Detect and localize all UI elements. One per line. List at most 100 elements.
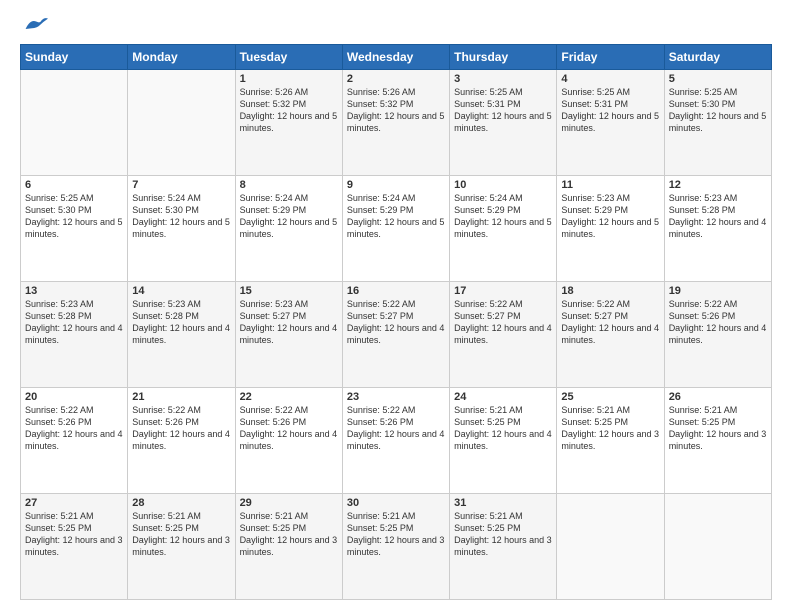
calendar-cell [664, 494, 771, 600]
calendar-week-row: 13Sunrise: 5:23 AM Sunset: 5:28 PM Dayli… [21, 282, 772, 388]
day-info: Sunrise: 5:22 AM Sunset: 5:27 PM Dayligh… [454, 298, 552, 347]
calendar-day-header: Wednesday [342, 45, 449, 70]
calendar-day-header: Thursday [450, 45, 557, 70]
day-info: Sunrise: 5:21 AM Sunset: 5:25 PM Dayligh… [454, 404, 552, 453]
day-info: Sunrise: 5:21 AM Sunset: 5:25 PM Dayligh… [132, 510, 230, 559]
calendar-day-header: Tuesday [235, 45, 342, 70]
day-info: Sunrise: 5:22 AM Sunset: 5:26 PM Dayligh… [347, 404, 445, 453]
calendar-cell: 30Sunrise: 5:21 AM Sunset: 5:25 PM Dayli… [342, 494, 449, 600]
day-number: 30 [347, 497, 445, 509]
calendar-table: SundayMondayTuesdayWednesdayThursdayFrid… [20, 44, 772, 600]
calendar-cell: 4Sunrise: 5:25 AM Sunset: 5:31 PM Daylig… [557, 70, 664, 176]
day-number: 26 [669, 391, 767, 403]
header [20, 16, 772, 34]
day-number: 1 [240, 73, 338, 85]
calendar-cell: 10Sunrise: 5:24 AM Sunset: 5:29 PM Dayli… [450, 176, 557, 282]
calendar-week-row: 20Sunrise: 5:22 AM Sunset: 5:26 PM Dayli… [21, 388, 772, 494]
day-number: 7 [132, 179, 230, 191]
day-number: 3 [454, 73, 552, 85]
day-info: Sunrise: 5:23 AM Sunset: 5:28 PM Dayligh… [132, 298, 230, 347]
day-number: 4 [561, 73, 659, 85]
day-info: Sunrise: 5:21 AM Sunset: 5:25 PM Dayligh… [669, 404, 767, 453]
page: SundayMondayTuesdayWednesdayThursdayFrid… [0, 0, 792, 612]
calendar-cell: 23Sunrise: 5:22 AM Sunset: 5:26 PM Dayli… [342, 388, 449, 494]
calendar-week-row: 6Sunrise: 5:25 AM Sunset: 5:30 PM Daylig… [21, 176, 772, 282]
day-number: 13 [25, 285, 123, 297]
day-number: 27 [25, 497, 123, 509]
day-number: 15 [240, 285, 338, 297]
day-info: Sunrise: 5:25 AM Sunset: 5:30 PM Dayligh… [669, 86, 767, 135]
calendar-cell: 2Sunrise: 5:26 AM Sunset: 5:32 PM Daylig… [342, 70, 449, 176]
calendar-cell: 29Sunrise: 5:21 AM Sunset: 5:25 PM Dayli… [235, 494, 342, 600]
logo-text [20, 16, 50, 34]
day-number: 12 [669, 179, 767, 191]
day-info: Sunrise: 5:21 AM Sunset: 5:25 PM Dayligh… [561, 404, 659, 453]
day-info: Sunrise: 5:21 AM Sunset: 5:25 PM Dayligh… [240, 510, 338, 559]
day-number: 28 [132, 497, 230, 509]
day-info: Sunrise: 5:23 AM Sunset: 5:28 PM Dayligh… [669, 192, 767, 241]
day-info: Sunrise: 5:22 AM Sunset: 5:26 PM Dayligh… [132, 404, 230, 453]
calendar-day-header: Friday [557, 45, 664, 70]
day-info: Sunrise: 5:25 AM Sunset: 5:31 PM Dayligh… [454, 86, 552, 135]
calendar-day-header: Sunday [21, 45, 128, 70]
day-number: 5 [669, 73, 767, 85]
calendar-cell: 6Sunrise: 5:25 AM Sunset: 5:30 PM Daylig… [21, 176, 128, 282]
day-number: 18 [561, 285, 659, 297]
day-info: Sunrise: 5:24 AM Sunset: 5:30 PM Dayligh… [132, 192, 230, 241]
day-number: 20 [25, 391, 123, 403]
day-info: Sunrise: 5:22 AM Sunset: 5:26 PM Dayligh… [240, 404, 338, 453]
calendar-header-row: SundayMondayTuesdayWednesdayThursdayFrid… [21, 45, 772, 70]
calendar-cell: 22Sunrise: 5:22 AM Sunset: 5:26 PM Dayli… [235, 388, 342, 494]
day-info: Sunrise: 5:25 AM Sunset: 5:31 PM Dayligh… [561, 86, 659, 135]
day-number: 19 [669, 285, 767, 297]
day-number: 23 [347, 391, 445, 403]
day-number: 29 [240, 497, 338, 509]
calendar-cell [21, 70, 128, 176]
day-number: 10 [454, 179, 552, 191]
calendar-cell: 15Sunrise: 5:23 AM Sunset: 5:27 PM Dayli… [235, 282, 342, 388]
calendar-cell: 8Sunrise: 5:24 AM Sunset: 5:29 PM Daylig… [235, 176, 342, 282]
day-info: Sunrise: 5:24 AM Sunset: 5:29 PM Dayligh… [240, 192, 338, 241]
day-info: Sunrise: 5:22 AM Sunset: 5:27 PM Dayligh… [561, 298, 659, 347]
day-info: Sunrise: 5:22 AM Sunset: 5:26 PM Dayligh… [669, 298, 767, 347]
calendar-cell: 12Sunrise: 5:23 AM Sunset: 5:28 PM Dayli… [664, 176, 771, 282]
calendar-day-header: Monday [128, 45, 235, 70]
day-number: 2 [347, 73, 445, 85]
day-info: Sunrise: 5:23 AM Sunset: 5:28 PM Dayligh… [25, 298, 123, 347]
day-info: Sunrise: 5:21 AM Sunset: 5:25 PM Dayligh… [25, 510, 123, 559]
day-info: Sunrise: 5:25 AM Sunset: 5:30 PM Dayligh… [25, 192, 123, 241]
calendar-cell: 7Sunrise: 5:24 AM Sunset: 5:30 PM Daylig… [128, 176, 235, 282]
day-number: 11 [561, 179, 659, 191]
calendar-cell: 19Sunrise: 5:22 AM Sunset: 5:26 PM Dayli… [664, 282, 771, 388]
day-info: Sunrise: 5:24 AM Sunset: 5:29 PM Dayligh… [347, 192, 445, 241]
day-info: Sunrise: 5:21 AM Sunset: 5:25 PM Dayligh… [347, 510, 445, 559]
calendar-cell: 5Sunrise: 5:25 AM Sunset: 5:30 PM Daylig… [664, 70, 771, 176]
calendar-cell: 11Sunrise: 5:23 AM Sunset: 5:29 PM Dayli… [557, 176, 664, 282]
day-number: 25 [561, 391, 659, 403]
calendar-cell: 24Sunrise: 5:21 AM Sunset: 5:25 PM Dayli… [450, 388, 557, 494]
calendar-cell: 20Sunrise: 5:22 AM Sunset: 5:26 PM Dayli… [21, 388, 128, 494]
day-number: 8 [240, 179, 338, 191]
calendar-cell: 17Sunrise: 5:22 AM Sunset: 5:27 PM Dayli… [450, 282, 557, 388]
day-number: 9 [347, 179, 445, 191]
day-number: 21 [132, 391, 230, 403]
day-number: 24 [454, 391, 552, 403]
day-info: Sunrise: 5:22 AM Sunset: 5:26 PM Dayligh… [25, 404, 123, 453]
calendar-cell: 3Sunrise: 5:25 AM Sunset: 5:31 PM Daylig… [450, 70, 557, 176]
day-info: Sunrise: 5:23 AM Sunset: 5:29 PM Dayligh… [561, 192, 659, 241]
day-info: Sunrise: 5:22 AM Sunset: 5:27 PM Dayligh… [347, 298, 445, 347]
logo [20, 16, 50, 34]
day-info: Sunrise: 5:21 AM Sunset: 5:25 PM Dayligh… [454, 510, 552, 559]
day-number: 22 [240, 391, 338, 403]
logo-bird-icon [24, 16, 48, 34]
calendar-cell: 21Sunrise: 5:22 AM Sunset: 5:26 PM Dayli… [128, 388, 235, 494]
calendar-cell: 1Sunrise: 5:26 AM Sunset: 5:32 PM Daylig… [235, 70, 342, 176]
calendar-week-row: 27Sunrise: 5:21 AM Sunset: 5:25 PM Dayli… [21, 494, 772, 600]
calendar-day-header: Saturday [664, 45, 771, 70]
calendar-cell: 14Sunrise: 5:23 AM Sunset: 5:28 PM Dayli… [128, 282, 235, 388]
calendar-cell: 26Sunrise: 5:21 AM Sunset: 5:25 PM Dayli… [664, 388, 771, 494]
day-info: Sunrise: 5:26 AM Sunset: 5:32 PM Dayligh… [240, 86, 338, 135]
calendar-cell: 31Sunrise: 5:21 AM Sunset: 5:25 PM Dayli… [450, 494, 557, 600]
calendar-cell: 9Sunrise: 5:24 AM Sunset: 5:29 PM Daylig… [342, 176, 449, 282]
calendar-cell: 28Sunrise: 5:21 AM Sunset: 5:25 PM Dayli… [128, 494, 235, 600]
